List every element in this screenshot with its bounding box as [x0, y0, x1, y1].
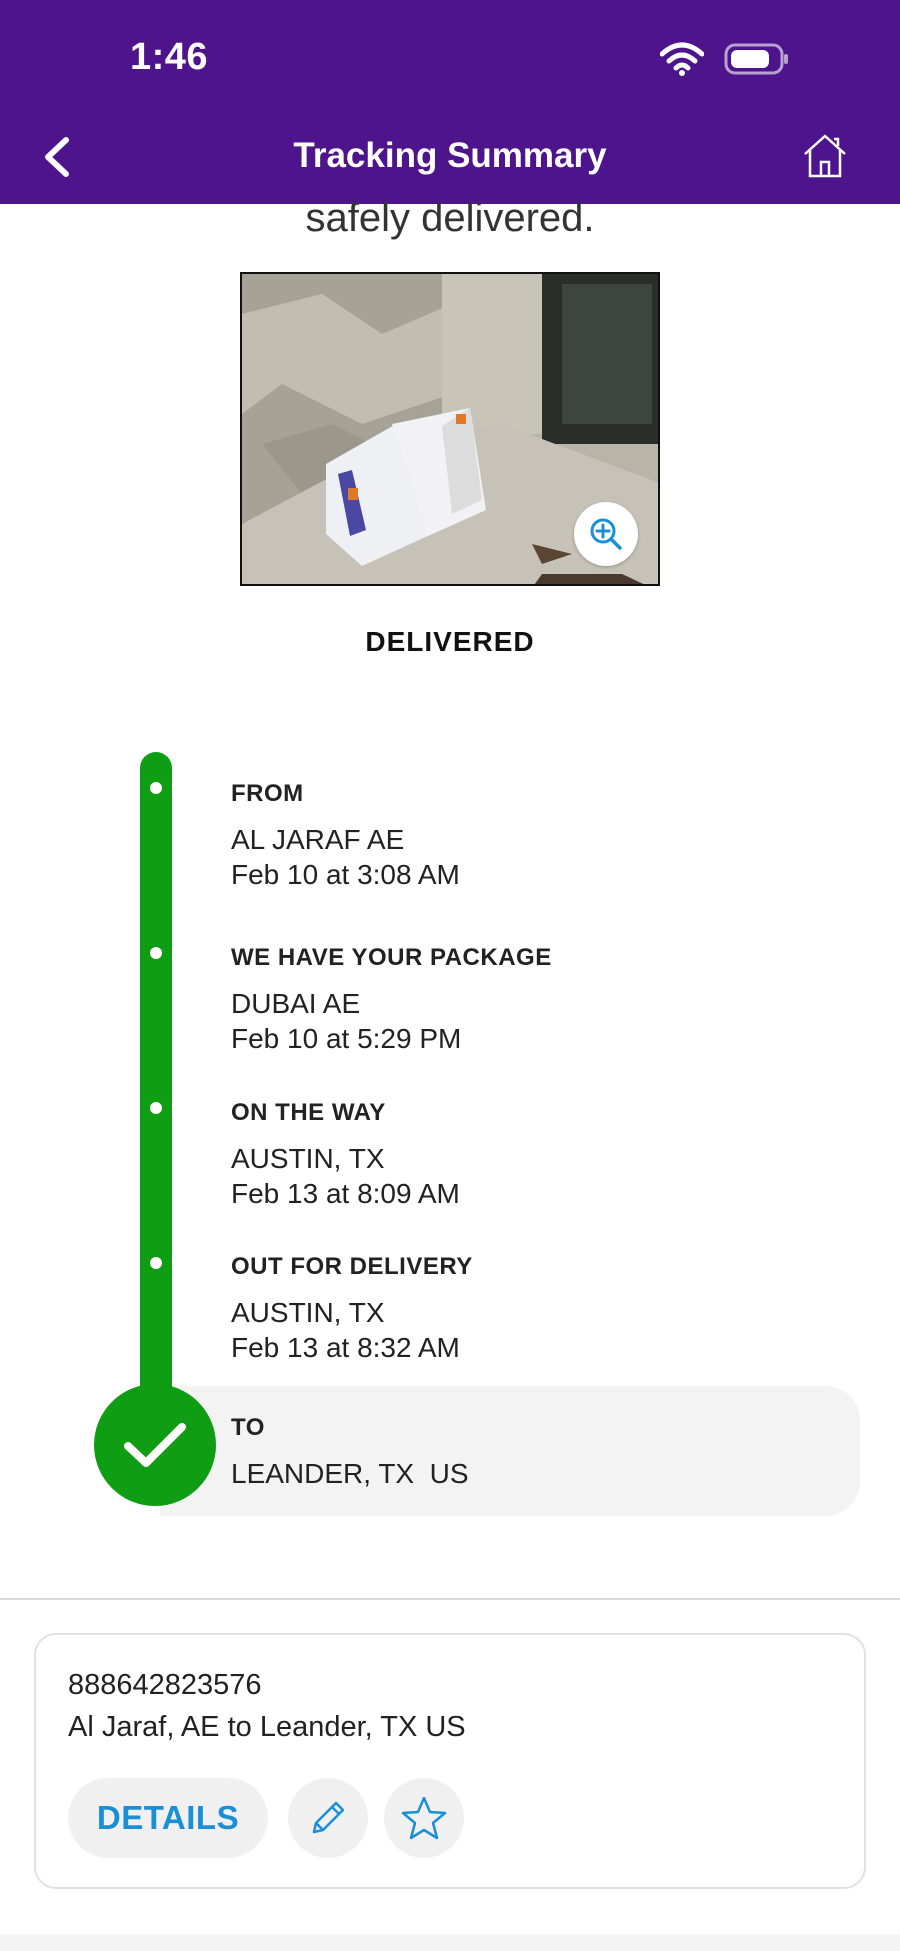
- timeline-step-location: AUSTIN, TX: [231, 1143, 385, 1174]
- timeline-step-title: WE HAVE YOUR PACKAGE: [231, 944, 552, 971]
- timeline-step-to: TO LEANDER, TX US: [231, 1414, 469, 1491]
- app-header: 1:46 Tracking Summary: [0, 0, 900, 204]
- section-divider: [0, 1598, 900, 1600]
- timeline-step-time: Feb 10 at 3:08 AM: [231, 859, 460, 890]
- timeline-step-location: LEANDER, TX US: [231, 1458, 469, 1489]
- zoom-in-icon: [590, 518, 622, 550]
- status-time: 1:46: [130, 36, 209, 78]
- timeline-step-location: AUSTIN, TX: [231, 1297, 385, 1328]
- watch-button[interactable]: [384, 1778, 464, 1858]
- checkmark-icon: [124, 1423, 186, 1467]
- home-button[interactable]: [800, 130, 850, 180]
- timeline-step-time: Feb 10 at 5:29 PM: [231, 1023, 462, 1054]
- timeline-step-from: FROM AL JARAF AE Feb 10 at 3:08 AM: [231, 780, 460, 892]
- page-title: Tracking Summary: [293, 136, 607, 175]
- timeline-dot: [150, 1257, 162, 1269]
- timeline-step-time: Feb 13 at 8:09 AM: [231, 1178, 460, 1209]
- delivery-status: DELIVERED: [365, 626, 535, 657]
- delivery-headline: safely delivered.: [305, 196, 595, 240]
- shipment-card[interactable]: 888642823576 Al Jaraf, AE to Leander, TX…: [34, 1633, 866, 1889]
- timeline-step-title: FROM: [231, 780, 304, 807]
- bottom-strip: [0, 1934, 900, 1951]
- timeline-step-location: DUBAI AE: [231, 988, 361, 1019]
- timeline-step-location: AL JARAF AE: [231, 824, 405, 855]
- timeline-step-on-the-way: ON THE WAY AUSTIN, TX Feb 13 at 8:09 AM: [231, 1099, 460, 1211]
- timeline-step-picked-up: WE HAVE YOUR PACKAGE DUBAI AE Feb 10 at …: [231, 944, 552, 1056]
- timeline-step-title: ON THE WAY: [231, 1099, 386, 1126]
- battery-icon: [724, 43, 788, 75]
- timeline-step-out-for-delivery: OUT FOR DELIVERY AUSTIN, TX Feb 13 at 8:…: [231, 1253, 473, 1365]
- timeline-step-title: TO: [231, 1414, 265, 1441]
- wifi-icon: [660, 42, 704, 76]
- tracking-number: 888642823576: [68, 1669, 262, 1701]
- star-icon: [401, 1796, 447, 1840]
- timeline-dot: [150, 782, 162, 794]
- edit-button[interactable]: [288, 1778, 368, 1858]
- zoom-photo-button[interactable]: [574, 502, 638, 566]
- timeline-step-title: OUT FOR DELIVERY: [231, 1253, 473, 1280]
- status-icons: [660, 42, 790, 76]
- delivered-check-badge: [94, 1384, 216, 1506]
- home-icon: [804, 134, 846, 178]
- details-button[interactable]: DETAILS: [68, 1778, 268, 1858]
- timeline-dot: [150, 947, 162, 959]
- shipment-route: Al Jaraf, AE to Leander, TX US: [68, 1711, 466, 1743]
- timeline-step-time: Feb 13 at 8:32 AM: [231, 1332, 460, 1363]
- pencil-icon: [312, 1801, 345, 1834]
- timeline-dot: [150, 1102, 162, 1114]
